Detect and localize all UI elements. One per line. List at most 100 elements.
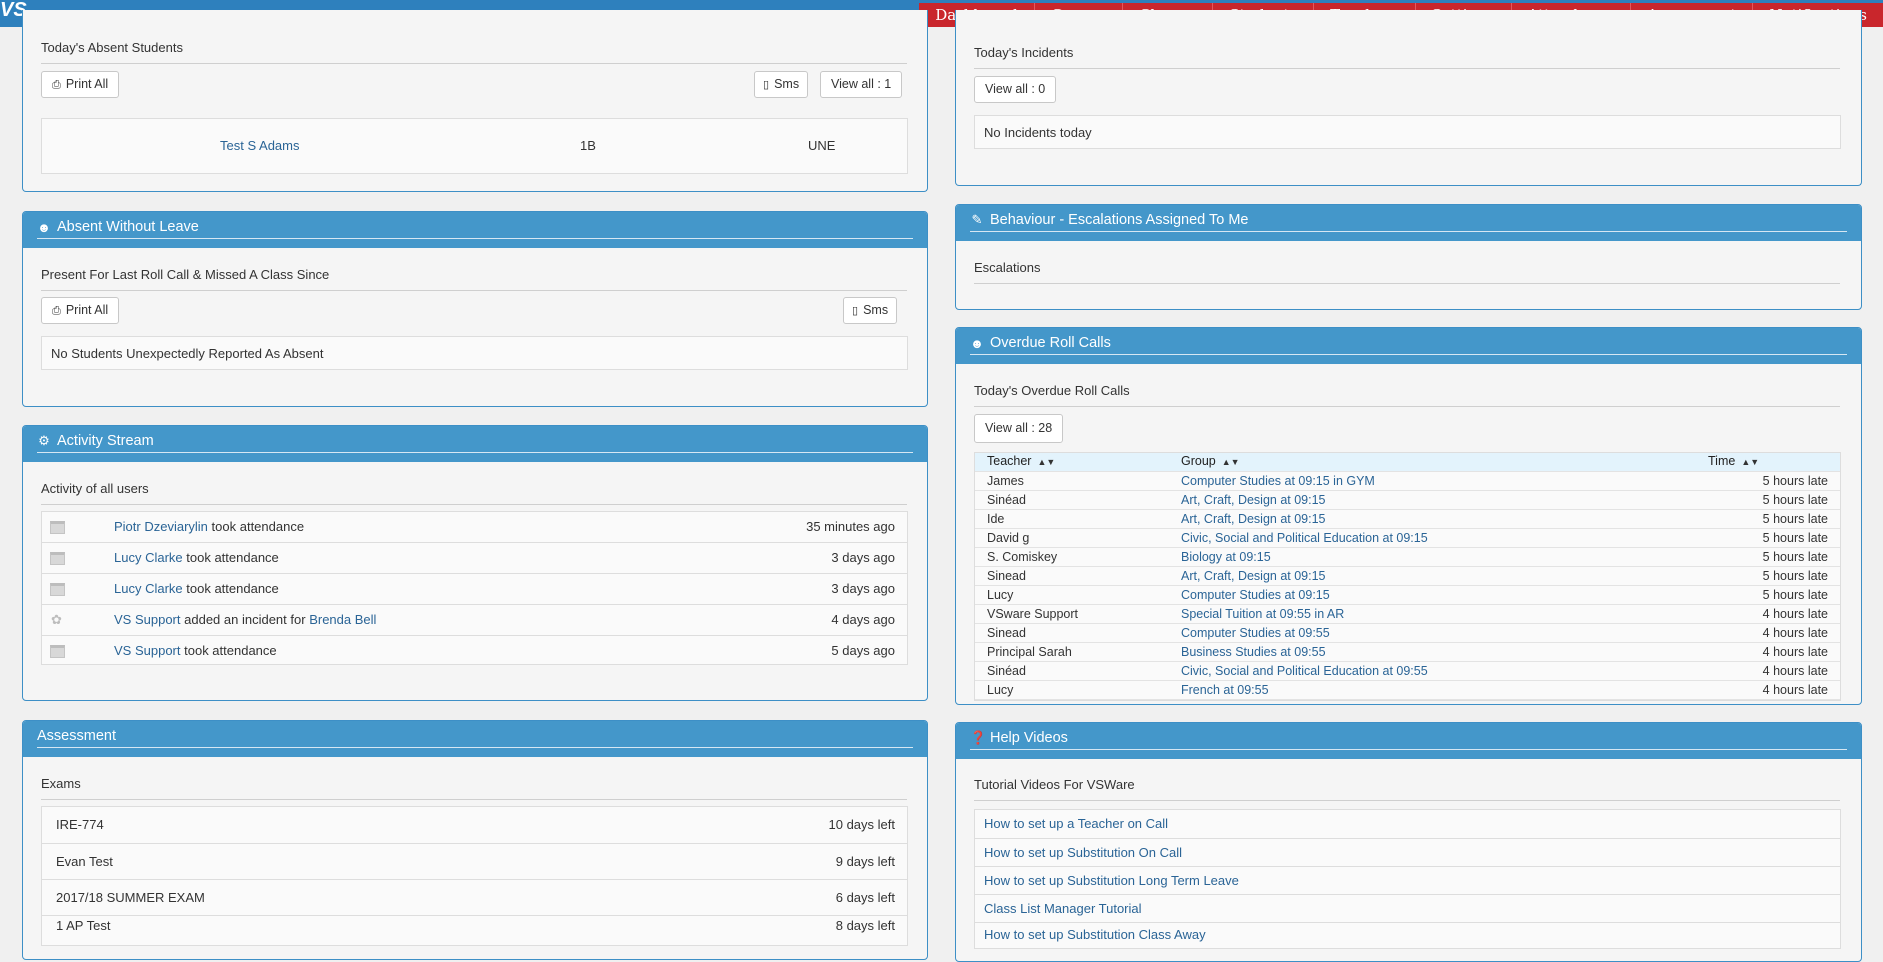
group-link[interactable]: Art, Craft, Design at 09:15 — [1181, 512, 1326, 526]
group-link[interactable]: Computer Studies at 09:55 — [1181, 626, 1330, 640]
teacher-cell: Sinéad — [975, 661, 1169, 681]
teacher-cell: Sinéad — [975, 490, 1169, 510]
incidents-title: Today's Incidents — [974, 45, 1840, 69]
awol-print-all-button[interactable]: ⎙ Print All — [41, 297, 120, 324]
award-icon: ✿ — [51, 612, 62, 627]
absent-students-panel: Today's Absent Students ⎙ Print All ▯ Sms … — [22, 10, 928, 192]
awol-subtitle: Present For Last Roll Call & Missed A Cl… — [41, 267, 907, 291]
table-row: Sinéad Civic, Social and Political Educat… — [975, 661, 1840, 681]
calendar-icon — [50, 552, 65, 565]
activity-user-link[interactable]: VS Support — [114, 643, 181, 658]
awol-empty-text: No Students Unexpectedly Reported As Abs… — [51, 346, 324, 361]
help-video-link[interactable]: How to set up Substitution Class Away — [984, 927, 1206, 942]
activity-time: 35 minutes ago — [806, 519, 895, 534]
activity-action: added an incident for — [184, 612, 306, 627]
view-all-absent-button[interactable]: View all : 1 — [820, 71, 903, 98]
exam-days-left: 6 days left — [835, 890, 895, 905]
group-link[interactable]: Civic, Social and Political Education at… — [1181, 531, 1428, 545]
column-group[interactable]: Group ▲▼ — [1169, 453, 1696, 472]
view-all-incidents-button[interactable]: View all : 0 — [974, 76, 1057, 103]
teacher-cell: Lucy — [975, 585, 1169, 605]
sms-label: Sms — [774, 77, 800, 91]
activity-user-link[interactable]: Lucy Clarke — [114, 550, 183, 565]
overdue-table-wrap: Teacher ▲▼ Group ▲▼ Time ▲▼ James Computer S… — [974, 452, 1841, 701]
exam-name[interactable]: 1 AP Test — [56, 918, 110, 933]
exam-name[interactable]: 2017/18 SUMMER EXAM — [56, 890, 205, 905]
edit-icon: ✎ — [971, 212, 983, 227]
group-link[interactable]: Civic, Social and Political Education at… — [1181, 664, 1428, 678]
awol-print-all-label: Print All — [65, 303, 109, 317]
help-video-link[interactable]: How to set up Substitution On Call — [984, 845, 1182, 860]
activity-stream-subtitle: Activity of all users — [41, 481, 907, 505]
time-cell: 5 hours late — [1696, 509, 1840, 529]
column-time[interactable]: Time ▲▼ — [1696, 453, 1840, 472]
table-row: James Computer Studies at 09:15 in GYM 5 h… — [975, 471, 1840, 491]
activity-target-link[interactable]: Brenda Bell — [309, 612, 376, 627]
help-video-link[interactable]: How to set up Substitution Long Term Lea… — [984, 873, 1239, 888]
list-item: How to set up a Teacher on Call — [975, 810, 1840, 838]
activity-list: Piotr Dzeviarylin took attendance 35 min… — [41, 511, 908, 665]
exam-days-left: 10 days left — [828, 817, 896, 832]
mobile-icon: ▯ — [763, 79, 770, 91]
time-cell: 4 hours late — [1696, 680, 1840, 700]
group-link[interactable]: Biology at 09:15 — [1181, 550, 1271, 564]
table-row: Sinead Computer Studies at 09:55 4 hours l… — [975, 623, 1840, 643]
awol-sms-button[interactable]: ▯ Sms — [843, 297, 898, 324]
list-item: How to set up Substitution Long Term Lea… — [975, 866, 1840, 894]
help-videos-subtitle: Tutorial Videos For VSWare — [974, 777, 1840, 801]
escalations-title: Behaviour - Escalations Assigned To Me — [990, 212, 1249, 228]
help-video-link[interactable]: Class List Manager Tutorial — [984, 901, 1142, 916]
assessment-subtitle: Exams — [41, 776, 907, 800]
print-icon: ⎙ — [52, 305, 61, 317]
time-cell: 5 hours late — [1696, 547, 1840, 567]
escalations-subtitle: Escalations — [974, 260, 1840, 284]
sms-button[interactable]: ▯ Sms — [754, 71, 809, 98]
activity-user-link[interactable]: VS Support — [114, 612, 181, 627]
view-all-overdue-button[interactable]: View all : 28 — [974, 414, 1064, 443]
exam-item: IRE-774 10 days left — [42, 807, 907, 843]
exam-name[interactable]: Evan Test — [56, 854, 113, 869]
column-teacher[interactable]: Teacher ▲▼ — [975, 453, 1169, 472]
print-all-button[interactable]: ⎙ Print All — [41, 71, 120, 98]
time-cell: 5 hours late — [1696, 585, 1840, 605]
group-link[interactable]: Special Tuition at 09:55 in AR — [1181, 607, 1344, 621]
group-link[interactable]: Art, Craft, Design at 09:15 — [1181, 493, 1326, 507]
group-link[interactable]: Computer Studies at 09:15 — [1181, 588, 1330, 602]
overdue-header: ☻ Overdue Roll Calls — [956, 328, 1861, 364]
question-circle-icon: ❓ — [970, 730, 987, 745]
group-link[interactable]: Computer Studies at 09:15 in GYM — [1181, 474, 1375, 488]
sort-icon: ▲▼ — [1221, 457, 1240, 467]
exam-name[interactable]: IRE-774 — [56, 817, 104, 832]
activity-item: Lucy Clarke took attendance 3 days ago — [42, 542, 907, 573]
activity-item: ✿ VS Support added an incident for Brend… — [42, 604, 907, 635]
time-cell: 5 hours late — [1696, 566, 1840, 586]
teacher-cell: VSware Support — [975, 604, 1169, 624]
help-videos-list: How to set up a Teacher on Call How to s… — [974, 809, 1841, 949]
awol-sms-label: Sms — [863, 303, 889, 317]
awol-title: Absent Without Leave — [57, 219, 199, 235]
absent-student-row: Test S Adams 1B UNE — [42, 119, 907, 173]
escalations-header: ✎ Behaviour - Escalations Assigned To Me — [956, 205, 1861, 241]
table-row: Ide Art, Craft, Design at 09:15 5 hours la… — [975, 509, 1840, 529]
calendar-icon — [50, 521, 65, 534]
overdue-table: Teacher ▲▼ Group ▲▼ Time ▲▼ James Computer S… — [975, 453, 1840, 700]
group-link[interactable]: Art, Craft, Design at 09:15 — [1181, 569, 1326, 583]
absent-student-name[interactable]: Test S Adams — [220, 119, 299, 173]
activity-user-link[interactable]: Lucy Clarke — [114, 581, 183, 596]
activity-stream-header: ⚙ Activity Stream — [23, 426, 927, 462]
activity-time: 3 days ago — [831, 581, 895, 596]
users-icon: ☻ — [37, 219, 51, 235]
table-row: David g Civic, Social and Political Educa… — [975, 528, 1840, 548]
activity-user-link[interactable]: Piotr Dzeviarylin — [114, 519, 208, 534]
teacher-cell: David g — [975, 528, 1169, 548]
group-link[interactable]: French at 09:55 — [1181, 683, 1269, 697]
print-icon: ⎙ — [52, 79, 61, 91]
awol-panel: ☻ Absent Without Leave Present For Last R… — [22, 211, 928, 407]
time-cell: 4 hours late — [1696, 642, 1840, 662]
help-videos-title: Help Videos — [990, 730, 1068, 746]
table-row: Sinead Art, Craft, Design at 09:15 5 hours… — [975, 566, 1840, 586]
activity-stream-panel: ⚙ Activity Stream Activity of all users P… — [22, 425, 928, 701]
teacher-cell: Sinead — [975, 623, 1169, 643]
help-video-link[interactable]: How to set up a Teacher on Call — [984, 816, 1168, 831]
group-link[interactable]: Business Studies at 09:55 — [1181, 645, 1326, 659]
